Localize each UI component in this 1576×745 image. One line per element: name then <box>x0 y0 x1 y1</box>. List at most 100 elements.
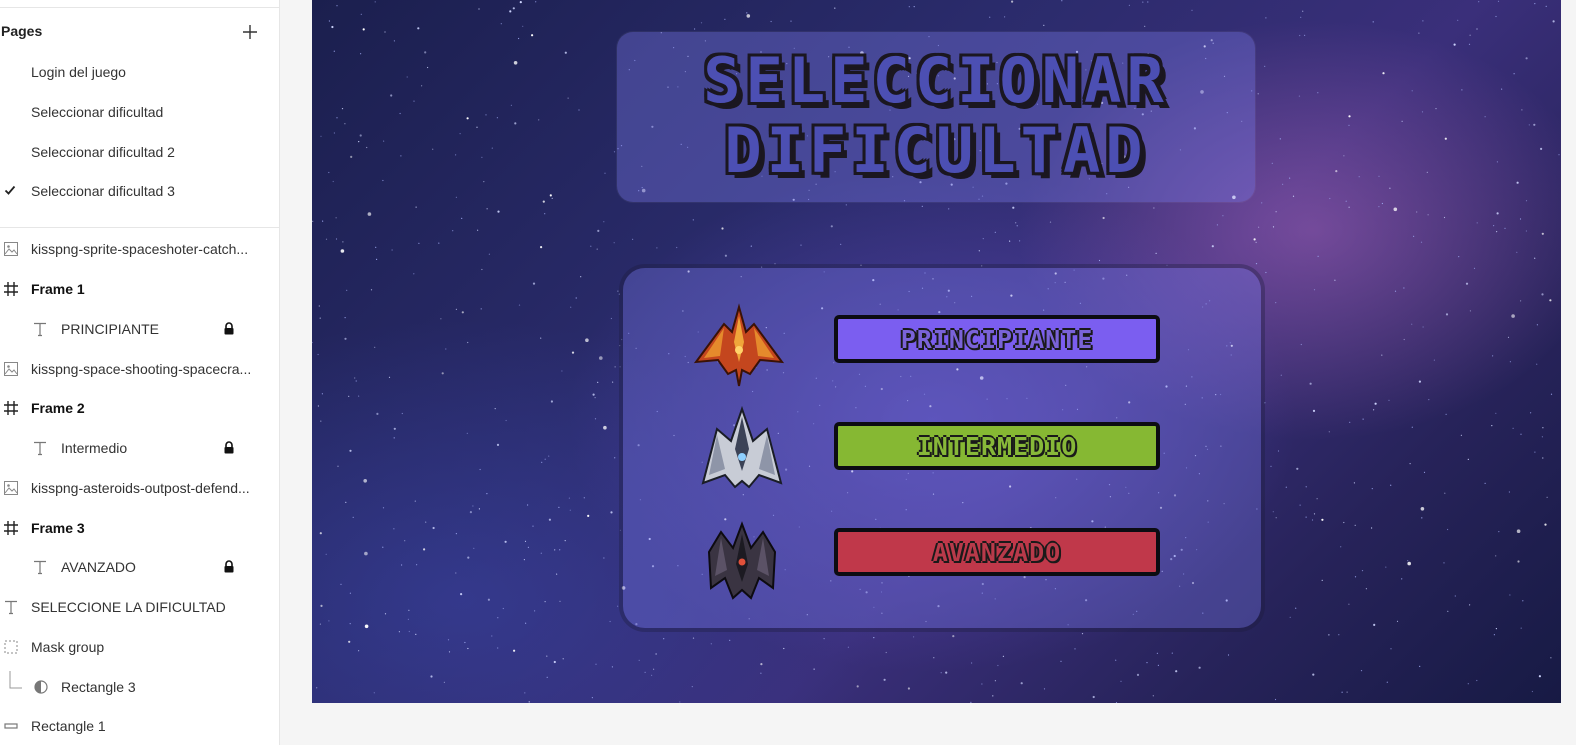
star <box>1534 257 1536 259</box>
star <box>1275 211 1277 213</box>
star <box>1546 496 1548 498</box>
star <box>1409 463 1411 465</box>
title-panel[interactable]: SELECCIONAR DIFICULTAD <box>617 32 1255 202</box>
star <box>1043 688 1046 690</box>
star <box>376 412 379 415</box>
page-seleccionar-dificultad-2[interactable]: Seleccionar dificultad 2 <box>0 136 280 168</box>
star <box>1517 560 1520 563</box>
layer-item[interactable]: Frame 2 <box>0 392 280 424</box>
layer-item[interactable]: Frame 3 <box>0 512 280 544</box>
intermedio-label: INTERMEDIO <box>916 431 1078 461</box>
lock-icon[interactable] <box>223 322 235 335</box>
star <box>700 22 703 24</box>
star <box>1371 488 1373 490</box>
layer-label: Intermedio <box>61 440 128 456</box>
layer-item[interactable]: kisspng-space-shooting-spacecra... <box>0 353 280 385</box>
star <box>1348 124 1350 126</box>
star <box>997 664 999 667</box>
star <box>1444 492 1446 494</box>
avanzado-button[interactable]: AVANZADO <box>834 528 1160 576</box>
star <box>548 455 550 457</box>
star <box>358 650 360 652</box>
star <box>1328 634 1330 636</box>
star <box>512 7 515 10</box>
lock-icon[interactable] <box>223 441 235 454</box>
star <box>594 418 597 420</box>
layer-item[interactable]: kisspng-asteroids-outpost-defend... <box>0 472 280 504</box>
star <box>535 1 537 3</box>
star <box>1227 654 1230 656</box>
star <box>348 640 351 643</box>
star <box>663 638 665 640</box>
star <box>1289 616 1291 619</box>
star <box>478 508 480 510</box>
star <box>346 289 348 291</box>
star <box>613 242 615 244</box>
star <box>1009 240 1011 242</box>
layer-item[interactable]: PRINCIPIANTE <box>0 313 280 345</box>
principiante-button[interactable]: PRINCIPIANTE <box>834 315 1160 363</box>
star <box>1171 652 1173 654</box>
layer-item[interactable]: SELECCIONE LA DIFICULTAD <box>0 591 280 623</box>
difficulty-panel[interactable]: PRINCIPIANTE INTERMEDIO AVANZADO <box>623 268 1261 628</box>
star <box>1289 177 1291 179</box>
star <box>1534 3 1536 5</box>
star <box>481 156 483 158</box>
star <box>883 678 886 681</box>
star <box>913 636 915 638</box>
design-canvas[interactable]: SELECCIONAR DIFICULTAD PRINCIPIANTE INTE… <box>281 0 1576 745</box>
star <box>908 6 910 8</box>
star <box>320 420 322 422</box>
star <box>421 85 423 87</box>
star <box>933 657 935 659</box>
star <box>1329 197 1331 200</box>
star <box>578 109 580 111</box>
star <box>425 521 427 523</box>
star <box>1520 627 1522 629</box>
artboard-seleccionar-dificultad[interactable]: SELECCIONAR DIFICULTAD PRINCIPIANTE INTE… <box>312 0 1561 703</box>
star <box>319 532 322 535</box>
intermedio-button[interactable]: INTERMEDIO <box>834 422 1160 470</box>
layer-item[interactable]: kisspng-sprite-spaceshoter-catch... <box>0 233 280 265</box>
layer-item[interactable]: Intermedio <box>0 432 280 464</box>
star <box>1265 271 1267 274</box>
star <box>542 200 545 203</box>
star <box>721 227 724 230</box>
page-login-del-juego[interactable]: Login del juego <box>0 56 280 88</box>
star <box>558 506 560 508</box>
star <box>481 268 483 271</box>
layer-item[interactable]: Rectangle 3 <box>0 671 280 703</box>
star <box>1115 659 1117 661</box>
star <box>524 540 527 543</box>
star <box>656 247 658 249</box>
star <box>1558 154 1560 156</box>
page-seleccionar-dificultad-3[interactable]: Seleccionar dificultad 3 <box>0 175 280 207</box>
star <box>455 572 457 574</box>
star <box>1345 200 1347 202</box>
add-page-button[interactable] <box>238 20 262 44</box>
star <box>391 249 393 251</box>
layer-item[interactable]: Rectangle 1 <box>0 710 280 742</box>
star <box>1358 176 1360 178</box>
star <box>948 208 950 210</box>
star <box>1362 418 1364 420</box>
star <box>1305 486 1307 488</box>
star <box>340 249 345 253</box>
star <box>610 317 612 320</box>
star <box>491 147 493 149</box>
star <box>611 666 613 668</box>
layer-item[interactable]: Mask group <box>0 631 280 663</box>
star <box>1536 363 1538 365</box>
star <box>514 122 517 125</box>
layer-item[interactable]: Frame 1 <box>0 273 280 305</box>
star <box>469 510 472 514</box>
layer-item[interactable]: AVANZADO <box>0 551 280 583</box>
star <box>401 412 403 415</box>
star <box>319 623 321 625</box>
star <box>1302 10 1304 12</box>
star <box>1516 529 1521 533</box>
star <box>335 238 338 240</box>
star <box>1275 517 1277 519</box>
lock-icon[interactable] <box>223 560 235 573</box>
page-seleccionar-dificultad[interactable]: Seleccionar dificultad <box>0 96 280 128</box>
